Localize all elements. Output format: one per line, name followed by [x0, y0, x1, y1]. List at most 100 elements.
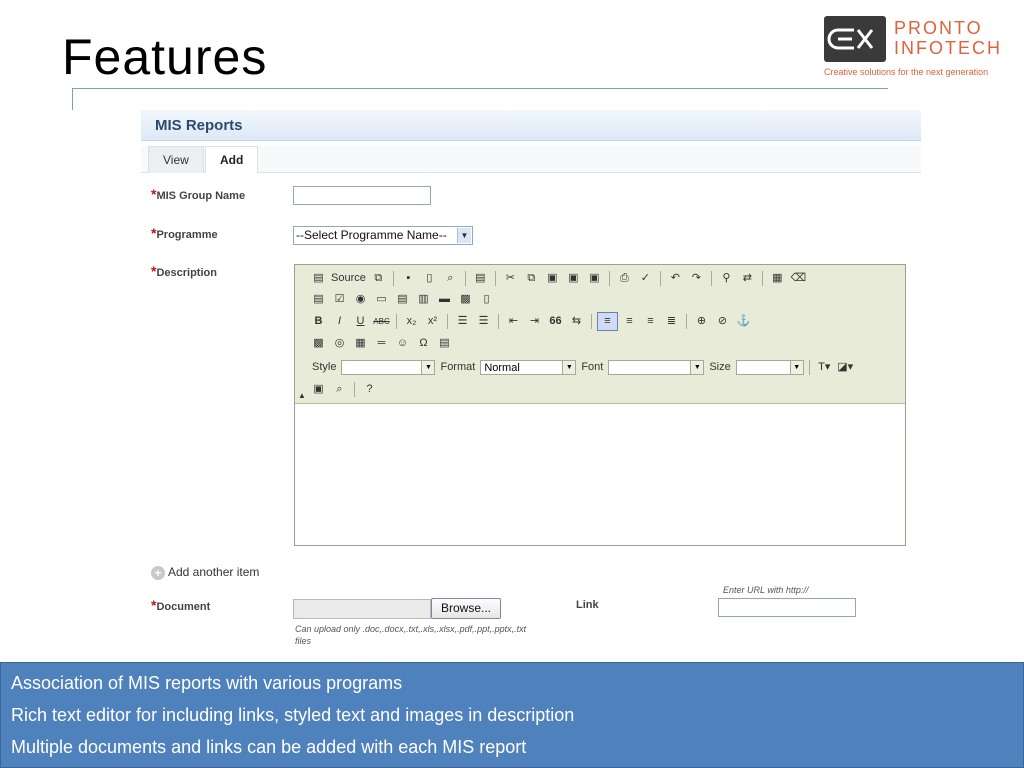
italic-button[interactable]: I [330, 313, 349, 330]
horizontal-rule-icon[interactable]: ═ [372, 335, 391, 352]
subscript-button[interactable]: x₂ [402, 313, 421, 330]
toolbar-separator [659, 270, 661, 286]
templates-page-icon[interactable]: ▤ [471, 270, 490, 287]
chevron-down-icon[interactable]: ▼ [457, 228, 471, 243]
align-right-icon[interactable]: ≡ [641, 313, 660, 330]
flash-icon[interactable]: ◎ [330, 335, 349, 352]
paste-text-icon[interactable]: ▣ [564, 270, 583, 287]
numbered-list-icon[interactable]: ☰ [453, 313, 472, 330]
indent-icon[interactable]: ⇥ [525, 313, 544, 330]
select-all-icon[interactable]: ▦ [768, 270, 787, 287]
align-justify-icon[interactable]: ≣ [662, 313, 681, 330]
replace-icon[interactable]: ⇄ [738, 270, 757, 287]
programme-select[interactable]: --Select Programme Name-- ▼ [293, 226, 473, 245]
image-button-icon[interactable]: ▩ [456, 291, 475, 308]
div-container-icon[interactable]: ⇆ [567, 313, 586, 330]
link-icon[interactable]: ⊕ [692, 313, 711, 330]
image-icon[interactable]: ▩ [309, 335, 328, 352]
add-another-item-link[interactable]: + Add another item [151, 565, 259, 580]
select-field-icon[interactable]: ▥ [414, 291, 433, 308]
checkbox-icon[interactable]: ☑ [330, 291, 349, 308]
underline-button[interactable]: U [351, 313, 370, 330]
chevron-down-icon[interactable]: ▼ [421, 360, 435, 374]
tab-add[interactable]: Add [205, 146, 259, 173]
toolbar-separator [392, 270, 394, 286]
feature-bullet: Association of MIS reports with various … [11, 673, 403, 693]
bold-button[interactable]: B [309, 313, 328, 330]
templates-icon[interactable]: ⧉ [369, 270, 388, 287]
source-icon[interactable]: ▤ [309, 270, 328, 287]
smiley-icon[interactable]: ☺ [393, 335, 412, 352]
button-field-icon[interactable]: ▬ [435, 291, 454, 308]
blockquote-button[interactable]: 66 [546, 313, 565, 330]
preview-icon[interactable]: ⌕ [441, 270, 460, 287]
print-icon[interactable]: ⎙ [615, 270, 634, 287]
align-left-icon[interactable]: ≡ [597, 311, 618, 331]
cut-icon[interactable]: ✂ [501, 270, 520, 287]
strikethrough-button[interactable]: ABC [372, 313, 391, 330]
unlink-icon[interactable]: ⊘ [713, 313, 732, 330]
toolbar-separator [686, 313, 687, 329]
page-break-icon[interactable]: ▤ [435, 335, 454, 352]
chevron-down-icon[interactable]: ▼ [690, 360, 704, 374]
rich-text-editor: ▤ Source ⧉ ▪ ▯ ⌕ ▤ ✂ ⧉ ▣ ▣ ▣ ⎙ ✓ ↶ ↷ ⚲ ⇄… [294, 264, 906, 546]
toolbar-row-3: B I U ABC x₂ x² ☰ ☰ ⇤ ⇥ 66 ⇆ ≡ ≡ ≡ ≣ ⊕ ⊘… [309, 311, 753, 331]
find-icon[interactable]: ⚲ [717, 270, 736, 287]
remove-format-icon[interactable]: ⌫ [789, 270, 808, 287]
paste-icon[interactable]: ▣ [543, 270, 562, 287]
toolbar-row-6: ▣ ⌕ ? [309, 379, 379, 399]
logo-tagline: Creative solutions for the next generati… [824, 67, 989, 77]
toolbar-separator [710, 270, 712, 286]
paste-word-icon[interactable]: ▣ [585, 270, 604, 287]
help-icon[interactable]: ? [360, 381, 379, 398]
maximize-icon[interactable]: ▣ [309, 381, 328, 398]
document-file-input[interactable] [293, 599, 431, 619]
browse-button[interactable]: Browse... [431, 598, 501, 619]
editor-content-area[interactable] [295, 404, 905, 545]
format-select[interactable]: Normal ▼ [480, 359, 577, 375]
copy-icon[interactable]: ⧉ [522, 270, 541, 287]
outdent-icon[interactable]: ⇤ [504, 313, 523, 330]
text-field-icon[interactable]: ▭ [372, 291, 391, 308]
special-char-icon[interactable]: Ω [414, 335, 433, 352]
tab-view[interactable]: View [148, 146, 204, 173]
redo-icon[interactable]: ↷ [687, 270, 706, 287]
link-hint: Enter URL with http:// [723, 585, 809, 595]
save-icon[interactable]: ▪ [399, 270, 418, 287]
new-page-icon[interactable]: ▯ [420, 270, 439, 287]
undo-icon[interactable]: ↶ [666, 270, 685, 287]
collapse-toolbar-icon[interactable]: ▲ [298, 391, 306, 400]
logo-text: PRONTO INFOTECH [894, 18, 1002, 58]
background-color-icon[interactable]: ◪▾ [836, 359, 855, 376]
upload-hint-continued: files [295, 636, 312, 646]
toolbar-separator [498, 313, 499, 329]
add-another-label: Add another item [168, 565, 260, 579]
text-color-icon[interactable]: T▾ [815, 359, 834, 376]
toolbar-row-1: ▤ Source ⧉ ▪ ▯ ⌕ ▤ ✂ ⧉ ▣ ▣ ▣ ⎙ ✓ ↶ ↷ ⚲ ⇄… [309, 268, 808, 288]
superscript-button[interactable]: x² [423, 313, 442, 330]
anchor-icon[interactable]: ⚓ [734, 313, 753, 330]
logo-line-1: PRONTO [894, 18, 983, 38]
font-label: Font [581, 361, 604, 373]
link-input[interactable] [718, 598, 856, 617]
align-center-icon[interactable]: ≡ [620, 313, 639, 330]
group-name-input[interactable] [293, 186, 431, 205]
slide-title: Features [62, 29, 268, 85]
chevron-down-icon[interactable]: ▼ [789, 360, 803, 374]
format-label: Format [440, 361, 476, 373]
size-select[interactable]: ▼ [735, 359, 804, 375]
style-select[interactable]: ▼ [341, 359, 436, 375]
spellcheck-icon[interactable]: ✓ [636, 270, 655, 287]
toolbar-separator [608, 270, 610, 286]
table-icon[interactable]: ▦ [351, 335, 370, 352]
hidden-field-icon[interactable]: ▯ [477, 291, 496, 308]
radio-icon[interactable]: ◉ [351, 291, 370, 308]
textarea-icon[interactable]: ▤ [393, 291, 412, 308]
chevron-down-icon[interactable]: ▼ [562, 360, 576, 374]
font-select[interactable]: ▼ [608, 359, 705, 375]
source-button[interactable]: Source [330, 270, 367, 287]
toolbar-separator [464, 270, 466, 286]
show-blocks-icon[interactable]: ⌕ [330, 381, 349, 398]
form-icon[interactable]: ▤ [309, 291, 328, 308]
bulleted-list-icon[interactable]: ☰ [474, 313, 493, 330]
